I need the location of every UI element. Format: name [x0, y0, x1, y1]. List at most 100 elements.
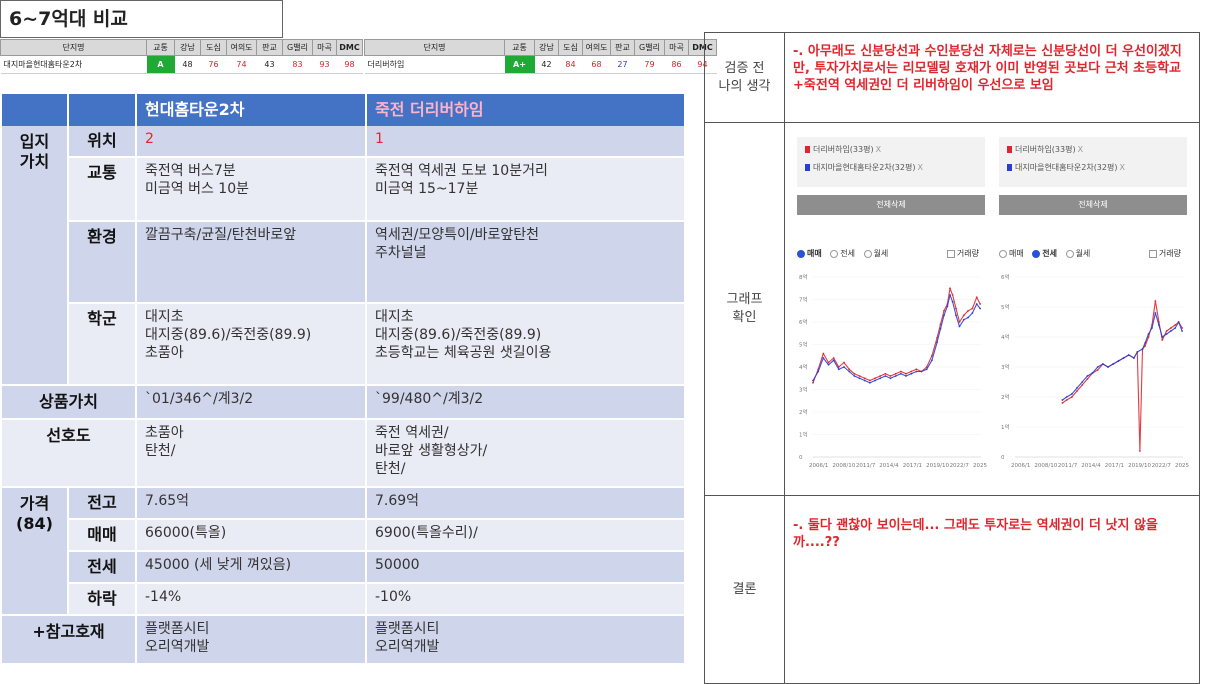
cell-b: 50000 — [365, 550, 684, 583]
data-point — [910, 370, 913, 373]
data-point — [951, 300, 954, 303]
radio-sale[interactable]: 매매 — [797, 249, 822, 258]
data-point — [1102, 363, 1104, 365]
legend-label: 대지마을현대홈타운2차(32평) — [813, 163, 916, 172]
conclusion-text: -. 둘다 괜찮아 보이는데... 그래도 투자로는 역세권이 더 낫지 않을까… — [793, 518, 1158, 550]
x-tick-label: 2025/4 — [973, 463, 987, 469]
data-point — [1081, 381, 1084, 383]
strip-score: 27 — [610, 55, 635, 74]
data-point — [889, 377, 892, 380]
delete-all-button[interactable]: 전체삭제 — [999, 195, 1187, 215]
remove-icon[interactable]: X — [917, 163, 922, 172]
row-label: 선호도 — [2, 418, 136, 487]
cell-a: -14% — [135, 582, 366, 615]
cell-a: 초품아 탄천/ — [135, 418, 366, 487]
data-point — [1065, 399, 1068, 401]
row-label: 전세 — [67, 550, 136, 583]
remove-icon[interactable]: X — [1119, 163, 1124, 172]
data-point — [1177, 321, 1180, 323]
data-point — [920, 370, 923, 373]
pre-thoughts-text: -. 아무래도 신분당선과 수인분당선 자체로는 신분당선이 더 우선이겠지만,… — [793, 44, 1182, 93]
data-point — [967, 309, 969, 312]
cell-b: 대지초 대지중(89.6)/죽전중(89.9) 초등학교는 체육공원 샛길이용 — [365, 302, 684, 385]
data-point — [949, 287, 951, 290]
row-label: 환경 — [67, 220, 136, 303]
data-point — [812, 379, 814, 382]
score-strip-right: 단지명 교통 강남 도심 여의도 판교 G밸리 마곡 DMC 더리버하임 A+ … — [364, 39, 717, 75]
row-price-jeonse: 전세 45000 (세 낮게 껴있음) 50000 — [2, 550, 684, 583]
x-tick-label: 2014/4 — [1081, 463, 1101, 469]
legend-item-b: 대지마을현대홈타운2차(32평) X — [1007, 161, 1179, 175]
y-tick-label: 0 — [1001, 455, 1005, 461]
x-tick-label: 2019/10 — [926, 463, 949, 469]
radio-monthly[interactable]: 월세 — [1065, 249, 1090, 258]
strip-header-row: 단지명 교통 강남 도심 여의도 판교 G밸리 마곡 DMC — [364, 39, 717, 56]
data-point — [1154, 300, 1157, 302]
data-point — [925, 368, 928, 371]
volume-checkbox[interactable]: 거래량 — [946, 248, 979, 259]
strip-score: 83 — [282, 55, 313, 74]
legend-swatch-blue — [805, 164, 810, 171]
data-point — [848, 370, 851, 373]
row-label: 매매 — [67, 518, 136, 551]
checkbox-label: 거래량 — [1158, 249, 1181, 258]
y-tick-label: 5억 — [1001, 303, 1010, 311]
x-tick-label: 2014/4 — [879, 463, 899, 469]
data-point — [843, 361, 845, 364]
radio-sale[interactable]: 매매 — [999, 249, 1024, 258]
checkbox-icon — [1148, 249, 1157, 258]
cell-b: 7.69억 — [365, 486, 684, 519]
data-point — [1071, 393, 1073, 395]
chart-card-jeonse: 더리버하임(33평) X 대지마을현대홈타운2차(32평) X 전체삭제 매매 전세… — [999, 133, 1189, 473]
x-tick-label: 2022/7 — [1152, 463, 1172, 469]
strip-complex-name: 더리버하임 — [364, 55, 505, 74]
data-point — [943, 309, 945, 312]
label-pre-thoughts: 검증 전 나의 생각 — [705, 33, 785, 122]
cell-a: 7.65억 — [135, 486, 366, 519]
data-point — [1127, 354, 1130, 356]
strip-header-name: 단지명 — [364, 39, 505, 56]
radio-monthly[interactable]: 월세 — [863, 249, 888, 258]
data-point — [1170, 330, 1172, 332]
strip-value-row: 대지마을현대홈타운2차 A 48 76 74 43 83 93 98 — [0, 55, 363, 74]
x-tick-label: 2025/4 — [1175, 463, 1189, 469]
remove-icon[interactable]: X — [876, 145, 881, 154]
data-point — [1071, 396, 1073, 398]
strip-header-transport: 교통 — [146, 39, 175, 56]
cell-a: 66000(특올) — [135, 518, 366, 551]
header-col-a: 현대홈타운2차 — [135, 94, 366, 126]
legend-item-a: 더리버하임(33평) X — [805, 143, 977, 157]
price-chart-jeonse: 0 1억 2억 3억 4억 5억 6억 2006/1 2008/10 2011/7 2014/4 20… — [1001, 273, 1189, 469]
data-point — [958, 325, 961, 328]
category-price: 가격 (84) — [2, 486, 68, 615]
data-point — [1096, 366, 1099, 368]
strip-score: 48 — [174, 55, 201, 74]
data-point — [869, 379, 871, 382]
data-point — [1122, 357, 1125, 359]
data-point — [1165, 330, 1168, 332]
data-point — [1174, 324, 1177, 326]
data-point — [837, 368, 840, 371]
volume-checkbox[interactable]: 거래량 — [1148, 248, 1181, 259]
data-point — [975, 303, 978, 305]
strip-header-downtown: 도심 — [558, 39, 583, 56]
data-point — [962, 318, 965, 321]
radio-jeonse[interactable]: 전세 — [830, 249, 855, 258]
row-label: 교통 — [67, 156, 136, 221]
series-line — [1062, 300, 1183, 452]
row-label: 학군 — [67, 302, 136, 385]
label-graph-check: 그래프 확인 — [705, 123, 785, 495]
delete-all-button[interactable]: 전체삭제 — [797, 195, 985, 215]
data-point — [884, 375, 887, 377]
data-point — [874, 377, 876, 380]
data-point — [951, 294, 954, 296]
row-transport: 교통 죽전역 버스7분 미금역 버스 10분 죽전역 역세권 도보 10분거리 … — [2, 156, 684, 221]
y-tick-label: 3억 — [799, 386, 808, 394]
cell-a: 2 — [135, 126, 366, 157]
data-point — [1081, 384, 1084, 386]
data-point — [884, 372, 887, 375]
radio-jeonse[interactable]: 전세 — [1032, 249, 1057, 258]
remove-icon[interactable]: X — [1078, 145, 1083, 154]
y-tick-label: 4억 — [799, 363, 808, 371]
cell-b: -10% — [365, 582, 684, 615]
